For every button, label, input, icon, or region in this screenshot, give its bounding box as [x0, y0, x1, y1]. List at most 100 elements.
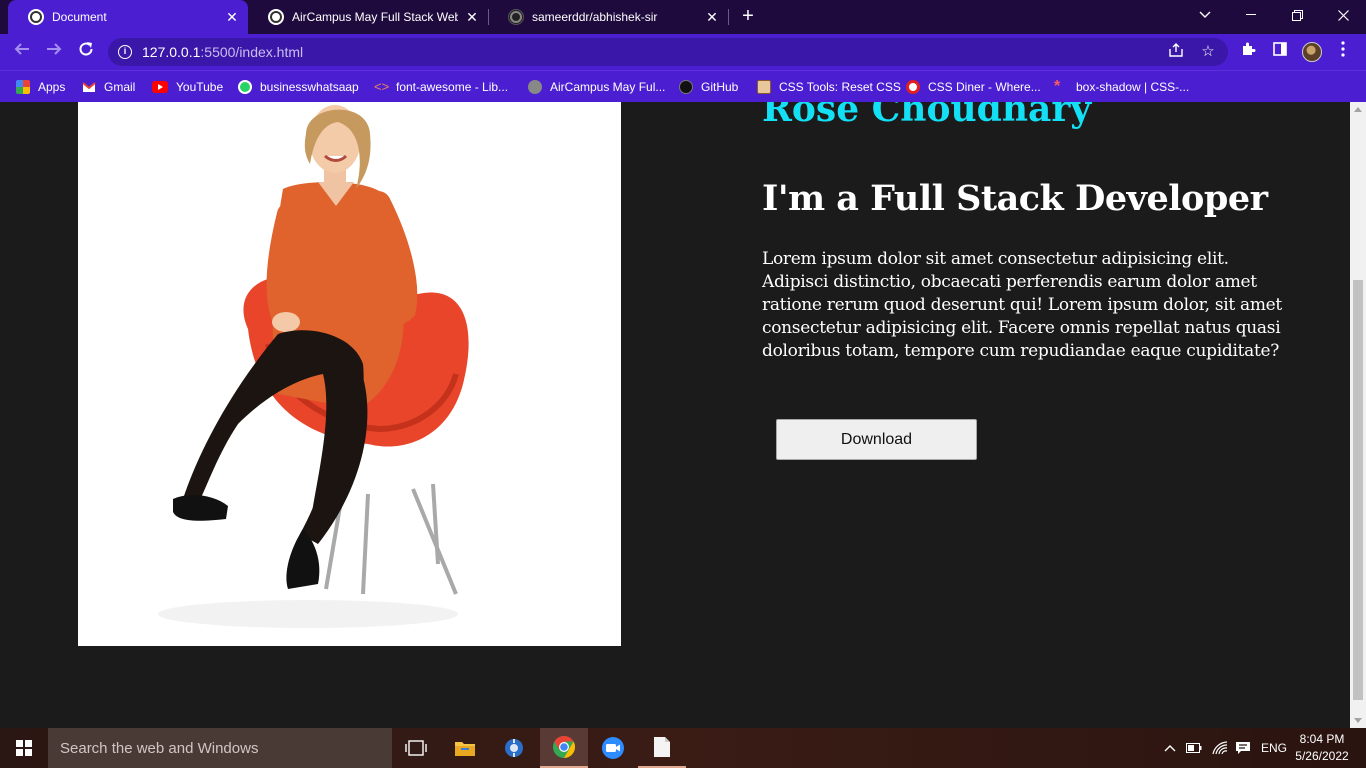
- tab-aircampus[interactable]: AirCampus May Full Stack Web D ✕: [248, 0, 488, 34]
- bookmark-font-awesome[interactable]: <> font-awesome - Lib...: [374, 78, 508, 96]
- bookmark-css-diner[interactable]: CSS Diner - Where...: [906, 78, 1041, 96]
- hero-role: I'm a Full Stack Developer: [762, 178, 1268, 219]
- bookmark-businesswhatsaap[interactable]: businesswhatsaap: [238, 78, 359, 96]
- task-view-icon: [405, 740, 427, 756]
- bookmarks-bar: Apps Gmail YouTube businesswhatsaap <> f…: [0, 70, 1366, 102]
- extensions-icon[interactable]: [1237, 41, 1259, 63]
- bookmark-github[interactable]: GitHub: [679, 78, 738, 96]
- tab-title: Document: [52, 10, 107, 24]
- globe-icon: [28, 9, 44, 25]
- browser-toolbar: i 127.0.0.1:5500/index.html ☆: [0, 34, 1366, 70]
- zoom-icon: [602, 737, 624, 759]
- bookmark-label: AirCampus May Ful...: [550, 80, 666, 94]
- code-icon: <>: [374, 79, 390, 94]
- zoom-button[interactable]: [589, 728, 637, 768]
- whatsapp-icon: [238, 80, 252, 94]
- language-indicator[interactable]: ENG: [1261, 728, 1287, 768]
- tab-strip: Document ✕ AirCampus May Full Stack Web …: [0, 0, 1366, 34]
- profile-photo: [78, 102, 621, 646]
- bookmark-label: Apps: [38, 80, 66, 94]
- arrow-left-icon: [14, 43, 29, 55]
- bookmark-label: box-shadow | CSS-...: [1076, 80, 1190, 94]
- notifications-icon[interactable]: [1235, 728, 1251, 768]
- tab-github[interactable]: sameerddr/abhishek-sir ✕: [488, 0, 728, 34]
- taskbar: Search the web and Windows ENG 8:04 PM 5…: [0, 728, 1366, 768]
- tab-search-button[interactable]: [1182, 0, 1228, 30]
- forward-button[interactable]: [42, 40, 66, 64]
- site-info-icon[interactable]: i: [118, 45, 132, 59]
- css-tools-icon: [757, 80, 771, 94]
- reload-icon: [79, 42, 93, 56]
- bookmark-label: businesswhatsaap: [260, 80, 359, 94]
- bookmark-label: font-awesome - Lib...: [396, 80, 509, 94]
- bookmark-aircampus[interactable]: AirCampus May Ful...: [528, 78, 665, 96]
- globe-icon: [528, 80, 542, 94]
- github-icon: [679, 80, 693, 94]
- new-tab-button[interactable]: +: [738, 6, 758, 26]
- close-icon[interactable]: ✕: [224, 9, 240, 26]
- bookmark-apps[interactable]: Apps: [16, 78, 65, 96]
- notepad-button[interactable]: [638, 728, 686, 768]
- github-icon: [508, 9, 524, 25]
- folder-icon: [455, 742, 475, 756]
- task-view-button[interactable]: [392, 728, 440, 768]
- windows-logo-icon: [16, 740, 32, 756]
- chevron-down-icon: [1199, 11, 1211, 18]
- tab-title: sameerddr/abhishek-sir: [532, 10, 658, 24]
- minimize-button[interactable]: [1228, 0, 1274, 30]
- woman-on-chair-illustration: [158, 105, 469, 628]
- clock-date: 5/26/2022: [1295, 749, 1349, 763]
- tray-show-hidden-icon[interactable]: [1164, 728, 1176, 768]
- restore-icon: [1291, 9, 1303, 21]
- scroll-down-icon[interactable]: [1354, 718, 1362, 723]
- minimize-icon: [1246, 14, 1256, 15]
- settings-app-button[interactable]: [490, 728, 538, 768]
- wifi-icon[interactable]: [1212, 728, 1228, 768]
- close-icon[interactable]: ✕: [704, 9, 720, 26]
- close-icon[interactable]: ✕: [464, 9, 480, 26]
- bookmark-box-shadow[interactable]: * box-shadow | CSS-...: [1054, 78, 1189, 96]
- bookmark-label: CSS Diner - Where...: [928, 80, 1041, 94]
- close-icon: [1337, 9, 1349, 21]
- gmail-icon: [82, 82, 96, 92]
- restore-button[interactable]: [1274, 0, 1320, 30]
- chrome-icon: [553, 736, 575, 758]
- bookmark-star-icon[interactable]: ☆: [1198, 42, 1218, 62]
- bookmark-label: CSS Tools: Reset CSS: [779, 80, 901, 94]
- css-diner-icon: [906, 80, 920, 94]
- hero-name: Rose Choudhary: [762, 102, 1092, 130]
- file-explorer-button[interactable]: [441, 728, 489, 768]
- bookmark-css-tools[interactable]: CSS Tools: Reset CSS: [757, 78, 901, 96]
- bookmark-label: Gmail: [104, 80, 136, 94]
- page-viewport: Rose Choudhary I'm a Full Stack Develope…: [0, 102, 1350, 728]
- battery-icon[interactable]: [1186, 728, 1202, 768]
- tab-document[interactable]: Document ✕: [8, 0, 248, 34]
- hero-description: Lorem ipsum dolor sit amet consectetur a…: [762, 249, 1282, 361]
- url-host: 127.0.0.1: [142, 44, 201, 60]
- address-bar[interactable]: i 127.0.0.1:5500/index.html ☆: [108, 38, 1228, 66]
- scrollbar-thumb[interactable]: [1353, 280, 1363, 700]
- page-scrollbar[interactable]: [1350, 102, 1366, 728]
- taskbar-clock[interactable]: 8:04 PM 5/26/2022: [1290, 731, 1354, 765]
- start-button[interactable]: [0, 728, 48, 768]
- close-window-button[interactable]: [1320, 0, 1366, 30]
- chrome-button[interactable]: [540, 728, 588, 768]
- taskbar-search-input[interactable]: Search the web and Windows: [48, 728, 392, 768]
- back-button[interactable]: [10, 40, 34, 64]
- youtube-icon: [152, 81, 168, 93]
- asterisk-icon: *: [1054, 78, 1061, 95]
- profile-avatar[interactable]: [1302, 42, 1322, 62]
- tab-title: AirCampus May Full Stack Web D: [292, 10, 458, 24]
- scroll-up-icon[interactable]: [1354, 107, 1362, 112]
- control-panel-icon: [505, 739, 523, 757]
- apps-grid-icon: [16, 80, 30, 94]
- bookmark-youtube[interactable]: YouTube: [152, 78, 223, 96]
- side-panel-icon[interactable]: [1269, 41, 1291, 63]
- reload-button[interactable]: [74, 40, 98, 64]
- more-menu-icon[interactable]: [1332, 41, 1354, 63]
- tab-divider: [728, 9, 729, 25]
- clock-time: 8:04 PM: [1299, 732, 1345, 746]
- bookmark-gmail[interactable]: Gmail: [82, 78, 135, 96]
- download-button[interactable]: Download: [776, 419, 977, 460]
- share-icon[interactable]: [1166, 42, 1186, 62]
